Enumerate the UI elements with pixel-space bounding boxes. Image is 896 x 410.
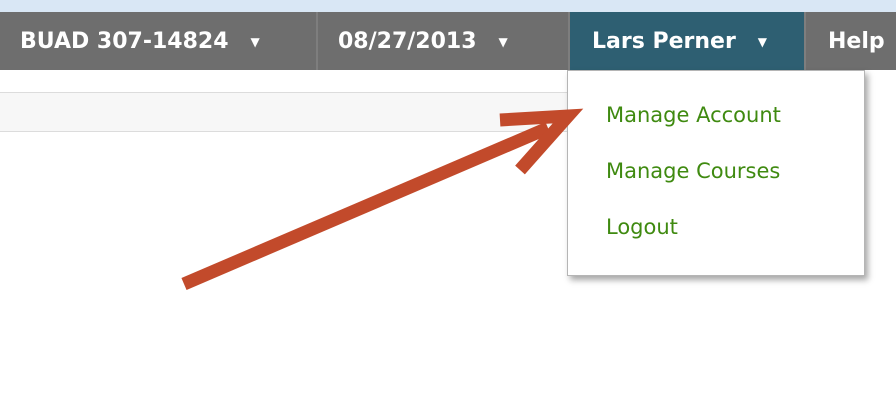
date-selector-label: 08/27/2013: [338, 28, 477, 54]
menu-item-logout[interactable]: Logout: [606, 215, 678, 239]
menu-item-manage-account[interactable]: Manage Account: [606, 103, 781, 127]
date-selector[interactable]: 08/27/2013 ▼: [318, 12, 568, 70]
chevron-down-icon: ▼: [498, 35, 508, 49]
user-menu-button[interactable]: Lars Perner ▼: [570, 12, 804, 70]
user-dropdown-menu: Manage Account Manage Courses Logout: [567, 70, 865, 276]
course-selector-label: BUAD 307-14824: [20, 28, 229, 54]
help-label: Help: [828, 28, 885, 54]
help-button[interactable]: Help: [806, 12, 896, 70]
content-subbar: [0, 92, 600, 132]
course-selector[interactable]: BUAD 307-14824 ▼: [0, 12, 316, 70]
top-navbar: BUAD 307-14824 ▼ 08/27/2013 ▼ Lars Perne…: [0, 12, 896, 70]
chevron-down-icon: ▼: [250, 35, 260, 49]
menu-item-manage-courses[interactable]: Manage Courses: [606, 159, 780, 183]
chevron-down-icon: ▼: [757, 35, 768, 49]
user-name-label: Lars Perner: [592, 28, 736, 54]
top-strip: [0, 0, 896, 12]
